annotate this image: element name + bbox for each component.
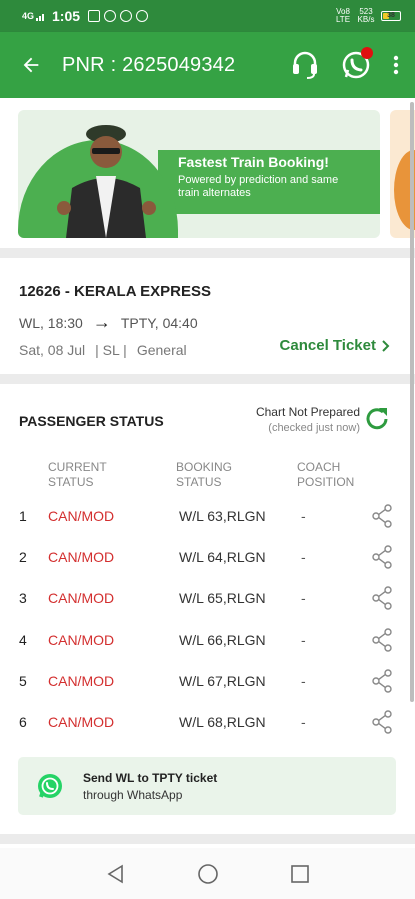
promo-banner[interactable]: Fastest Train Booking! Powered by predic…	[18, 110, 380, 238]
route: WL, 18:30 → TPTY, 04:40	[19, 312, 198, 333]
cancel-ticket-button[interactable]: Cancel Ticket	[280, 337, 390, 354]
to-station: TPTY, 04:40	[120, 314, 198, 331]
booking-status: W/L 67,RLGN	[179, 672, 266, 689]
current-status: CAN/MOD	[48, 590, 115, 607]
header-coach-position: COACH POSITION	[297, 460, 355, 489]
passenger-number: 2	[19, 549, 27, 566]
from-station: WL, 18:30	[19, 314, 83, 331]
status-right: Vo8 LTE 523 KB/s 38	[335, 8, 401, 24]
volte-indicator: Vo8 LTE	[335, 7, 351, 24]
whatsapp-logo-icon	[38, 774, 62, 798]
booking-status: W/L 66,RLGN	[179, 631, 266, 648]
current-status: CAN/MOD	[48, 672, 115, 689]
share-icon[interactable]	[371, 627, 393, 655]
promo-section: Fastest Train Booking! Powered by predic…	[0, 98, 415, 248]
passenger-row: 3 CAN/MOD W/L 65,RLGN -	[0, 580, 415, 621]
journey-date: Sat, 08 Jul	[19, 342, 86, 358]
passenger-row: 6 CAN/MOD W/L 68,RLGN -	[0, 704, 415, 745]
booking-status: W/L 64,RLGN	[179, 549, 266, 566]
gallery-icon	[88, 10, 101, 22]
share-icon[interactable]	[371, 669, 393, 696]
chart-status: Chart Not Prepared (checked just now)	[256, 405, 360, 434]
journey-quota: General	[136, 342, 187, 358]
whatsapp-share-subtitle: through WhatsApp	[83, 788, 183, 802]
whatsapp-icon[interactable]	[341, 47, 373, 80]
chat-icon	[120, 10, 133, 22]
cancel-ticket-label: Cancel Ticket	[279, 337, 376, 354]
network-indicator: 4G	[22, 11, 35, 21]
passenger-status-card: PASSENGER STATUS Chart Not Prepared (che…	[0, 384, 415, 834]
passenger-number: 3	[19, 590, 27, 607]
checked-time: (checked just now)	[268, 422, 360, 434]
battery-icon: 38	[381, 11, 401, 21]
passenger-number: 6	[19, 714, 27, 730]
notification-dot	[361, 47, 373, 59]
passenger-status-title: PASSENGER STATUS	[19, 413, 164, 429]
coach-position: -	[301, 590, 306, 607]
header-booking-status: BOOKING STATUS	[176, 460, 233, 489]
current-status: CAN/MOD	[48, 549, 115, 566]
signal-icon	[36, 8, 46, 24]
share-icon[interactable]	[371, 504, 393, 531]
more-vert-icon[interactable]	[393, 55, 399, 75]
share-icon[interactable]	[371, 710, 393, 737]
notification-icons	[88, 10, 149, 22]
booking-status: W/L 68,RLGN	[179, 714, 266, 730]
passenger-row: 1 CAN/MOD W/L 63,RLGN -	[0, 498, 415, 539]
check-icon	[136, 10, 149, 22]
coach-position: -	[301, 631, 306, 648]
passenger-row: 5 CAN/MOD W/L 67,RLGN -	[0, 663, 415, 704]
scrollbar[interactable]	[410, 102, 414, 702]
app-bar-actions	[291, 47, 399, 80]
passenger-row: 2 CAN/MOD W/L 64,RLGN -	[0, 539, 415, 580]
nav-recents-icon[interactable]	[290, 864, 310, 884]
train-name: 12626 - KERALA EXPRESS	[19, 283, 212, 300]
app-a-icon	[104, 10, 117, 22]
banner-title: Fastest Train Booking!	[178, 154, 329, 170]
whatsapp-share-banner[interactable]: Send WL to TPTY ticket through WhatsApp	[18, 757, 396, 815]
back-arrow-icon[interactable]	[20, 54, 42, 76]
whatsapp-share-title: Send WL to TPTY ticket	[83, 771, 218, 785]
refresh-icon[interactable]	[363, 405, 391, 438]
arrow-right-icon: →	[92, 312, 111, 332]
nav-back-icon[interactable]	[106, 864, 126, 884]
current-status: CAN/MOD	[48, 631, 115, 648]
passenger-row: 4 CAN/MOD W/L 66,RLGN -	[0, 622, 415, 663]
coach-position: -	[301, 672, 306, 689]
passenger-number: 5	[19, 672, 27, 689]
chart-status-text: Chart Not Prepared	[255, 405, 360, 419]
app-bar: PNR : 2625049342	[0, 32, 415, 98]
share-icon[interactable]	[371, 586, 393, 613]
journey-meta: Sat, 08 Jul | SL | General	[19, 342, 187, 358]
status-bar: 4G 1:05 Vo8 LTE 523 KB/s 38	[0, 0, 415, 32]
share-icon[interactable]	[371, 545, 393, 572]
headset-icon[interactable]	[291, 50, 319, 80]
passenger-number: 4	[19, 631, 27, 648]
coach-position: -	[301, 549, 306, 566]
passenger-number: 1	[19, 508, 27, 524]
booking-status: W/L 63,RLGN	[179, 508, 266, 524]
header-current-status: CURRENT STATUS	[48, 460, 107, 489]
journey-class: | SL |	[95, 342, 127, 358]
current-status: CAN/MOD	[48, 714, 115, 730]
banner-subtitle: Powered by prediction and same train alt…	[178, 174, 339, 199]
coach-position: -	[301, 508, 306, 524]
train-info-card: 12626 - KERALA EXPRESS WL, 18:30 → TPTY,…	[0, 258, 415, 374]
clock: 1:05	[52, 8, 81, 24]
coach-position: -	[301, 714, 306, 730]
page-title: PNR : 2625049342	[62, 53, 236, 76]
booking-status: W/L 65,RLGN	[179, 590, 266, 607]
battery-level: 38	[387, 12, 395, 19]
system-nav-bar	[0, 848, 415, 899]
nav-home-icon[interactable]	[197, 863, 219, 885]
net-speed: 523 KB/s	[357, 7, 375, 24]
mascot-image	[57, 125, 156, 238]
current-status: CAN/MOD	[48, 508, 115, 524]
chevron-right-icon	[382, 339, 390, 352]
